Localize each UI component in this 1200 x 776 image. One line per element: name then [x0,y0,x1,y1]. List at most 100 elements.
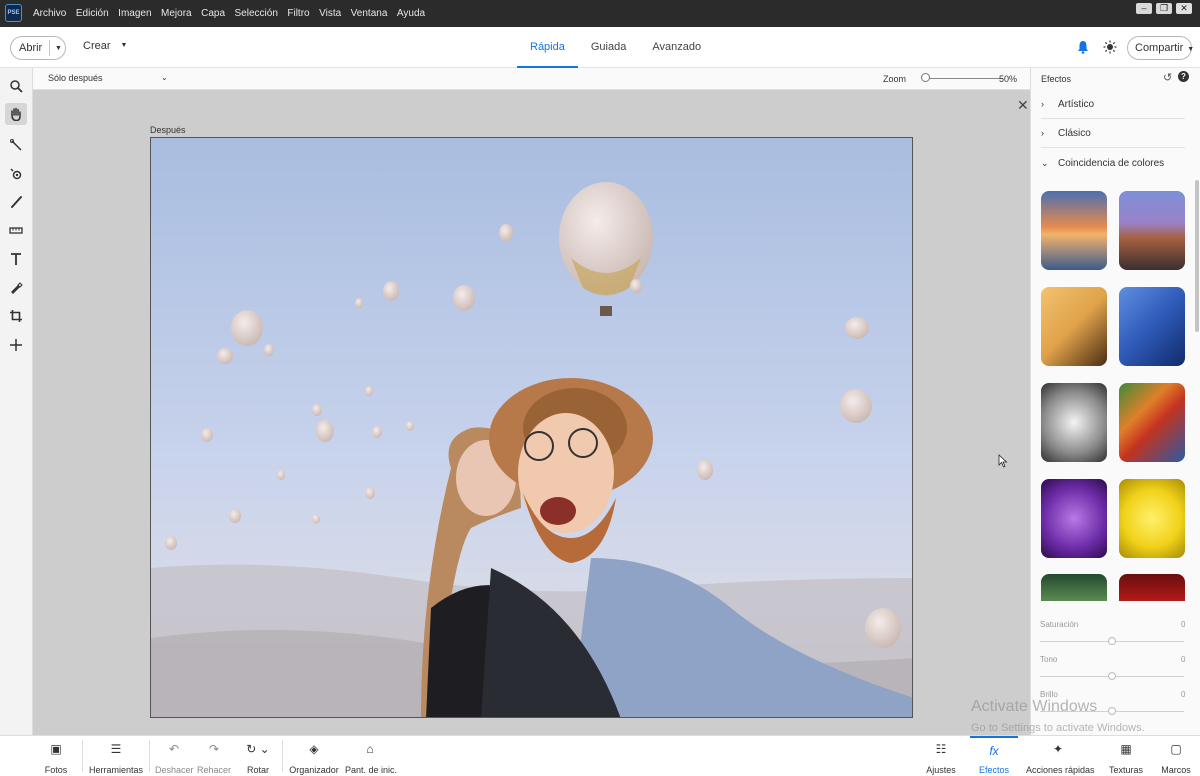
create-button[interactable]: Crear ▼ [83,40,127,52]
options-bar: Sólo después ⌄ Zoom 50% [33,68,1030,90]
category-label: Clásico [1058,128,1091,139]
photos-button[interactable]: ▣ Fotos [36,736,76,776]
restore-icon[interactable]: ❐ [1156,3,1172,14]
effect-thumb-red-roses[interactable] [1119,574,1185,601]
menu-imagen[interactable]: Imagen [118,8,151,19]
menu-filtro[interactable]: Filtro [287,8,309,19]
minimize-icon[interactable]: – [1136,3,1152,14]
effect-thumb-purple-flowers[interactable] [1041,479,1107,558]
photo-couple-balloons [151,138,912,717]
adjustments-button[interactable]: ☷ Ajustes [925,736,957,776]
category-artistico[interactable]: › Artístico [1041,90,1185,119]
canvas-area: ✕ Después [33,90,1030,735]
whiten-teeth-tool-icon[interactable] [5,191,27,213]
frames-button[interactable]: ▢ Marcos [1158,736,1194,776]
category-coincidencia-de-colores[interactable]: ⌄ Coincidencia de colores [1041,149,1185,178]
effect-thumb-yellow-flower[interactable] [1119,479,1185,558]
rotate-icon: ↻ ⌄ [246,742,270,756]
hand-tool-icon[interactable] [5,103,27,125]
effect-thumb-sunset-lake[interactable] [1041,191,1107,270]
rotate-button[interactable]: ↻ ⌄ Rotar [242,736,274,776]
adjustments-icon: ☷ [935,742,947,756]
redo-button[interactable]: ↷ Rehacer [196,736,232,776]
after-label: Después [150,125,186,135]
straighten-tool-icon[interactable] [5,219,27,241]
effect-thumb-blue-feathers[interactable] [1119,287,1185,366]
bell-icon[interactable] [1077,40,1089,54]
reset-icon[interactable]: ↺ [1163,71,1172,84]
chevron-right-icon: › [1041,99,1044,109]
menu-bar: Archivo Edición Imagen Mejora Capa Selec… [33,0,435,27]
chevron-down-icon[interactable]: ▼ [50,45,62,52]
menu-vista[interactable]: Vista [319,8,341,19]
zoom-slider-handle[interactable] [921,73,930,82]
tab-avanzado[interactable]: Avanzado [639,27,714,68]
move-tool-icon[interactable] [5,334,27,356]
panel-title: Efectos [1041,74,1072,84]
edited-photo[interactable] [150,137,913,718]
hue-label: Tono [1040,655,1058,664]
menu-seleccion[interactable]: Selección [235,8,278,19]
panel-scrollbar[interactable] [1195,180,1199,332]
share-label: Compartir [1135,42,1184,54]
help-icon[interactable]: ? [1178,71,1189,82]
frames-label: Marcos [1161,765,1191,775]
effects-button[interactable]: fx Efectos [970,736,1018,776]
menu-mejora[interactable]: Mejora [161,8,192,19]
category-clasico[interactable]: › Clásico [1041,119,1185,148]
tools-button[interactable]: ☰ Herramientas [88,736,144,776]
spot-healing-tool-icon[interactable] [5,276,27,298]
close-icon[interactable]: ✕ [1017,97,1029,114]
home-icon: ⌂ [366,742,374,756]
menu-edicion[interactable]: Edición [76,8,109,19]
title-bar: PSE Archivo Edición Imagen Mejora Capa S… [0,0,1200,27]
effect-thumb-arches[interactable] [1041,383,1107,462]
brightness-slider-handle[interactable] [1108,707,1116,715]
chevron-down-icon: ⌄ [161,73,168,82]
bottom-bar: ▣ Fotos ☰ Herramientas ↶ Deshacer ↷ Reha… [0,735,1200,775]
organizer-button[interactable]: ◈ Organizador [288,736,340,776]
quick-actions-button[interactable]: ✦ Acciones rápidas [1026,736,1095,776]
effects-label: Efectos [978,765,1009,775]
view-select[interactable]: Sólo después ⌄ [48,73,168,83]
zoom-tool-icon[interactable] [5,75,27,97]
chevron-down-icon: ⌄ [1041,158,1049,168]
red-eye-tool-icon[interactable] [5,163,27,185]
crop-tool-icon[interactable] [5,305,27,327]
textures-icon: ▦ [1120,742,1132,756]
text-tool-icon[interactable] [5,248,27,270]
menu-capa[interactable]: Capa [201,8,225,19]
quick-selection-tool-icon[interactable] [5,134,27,156]
photos-icon: ▣ [50,742,62,756]
close-window-icon[interactable]: ✕ [1176,3,1192,14]
frames-icon: ▢ [1170,742,1182,756]
effect-thumb-leaves[interactable] [1041,574,1107,601]
adjustments-label: Ajustes [926,765,956,775]
top-bar: Abrir ▼ Crear ▼ Rápida Guiada Avanzado C… [0,27,1200,68]
effect-thumb-paint[interactable] [1119,383,1185,462]
menu-archivo[interactable]: Archivo [33,8,66,19]
home-button[interactable]: ⌂ Pant. de inic. [345,736,397,776]
textures-label: Texturas [1108,765,1143,775]
view-select-value: Sólo después [48,73,103,83]
zoom-slider[interactable] [921,78,1003,79]
undo-button[interactable]: ↶ Deshacer [155,736,194,776]
activate-windows-subtext: Go to Settings to activate Windows. [971,722,1145,734]
menu-ventana[interactable]: Ventana [351,8,388,19]
tab-guiada[interactable]: Guiada [578,27,639,68]
textures-button[interactable]: ▦ Texturas [1106,736,1146,776]
mode-tabs: Rápida Guiada Avanzado [517,27,714,68]
menu-ayuda[interactable]: Ayuda [397,8,425,19]
effect-thumb-snowboarder[interactable] [1041,287,1107,366]
saturation-slider-handle[interactable] [1108,637,1116,645]
chevron-down-icon: ▼ [120,42,128,49]
saturation-value: 0 [1181,620,1186,629]
open-button[interactable]: Abrir ▼ [10,36,66,60]
brightness-icon[interactable] [1103,40,1117,54]
hue-slider-handle[interactable] [1108,672,1116,680]
tools-panel [0,68,33,735]
effect-thumb-desert-road[interactable] [1119,191,1185,270]
share-button[interactable]: Compartir ▼ [1127,36,1194,60]
activate-windows-watermark: Activate Windows [971,698,1098,715]
tab-rapida[interactable]: Rápida [517,27,578,68]
